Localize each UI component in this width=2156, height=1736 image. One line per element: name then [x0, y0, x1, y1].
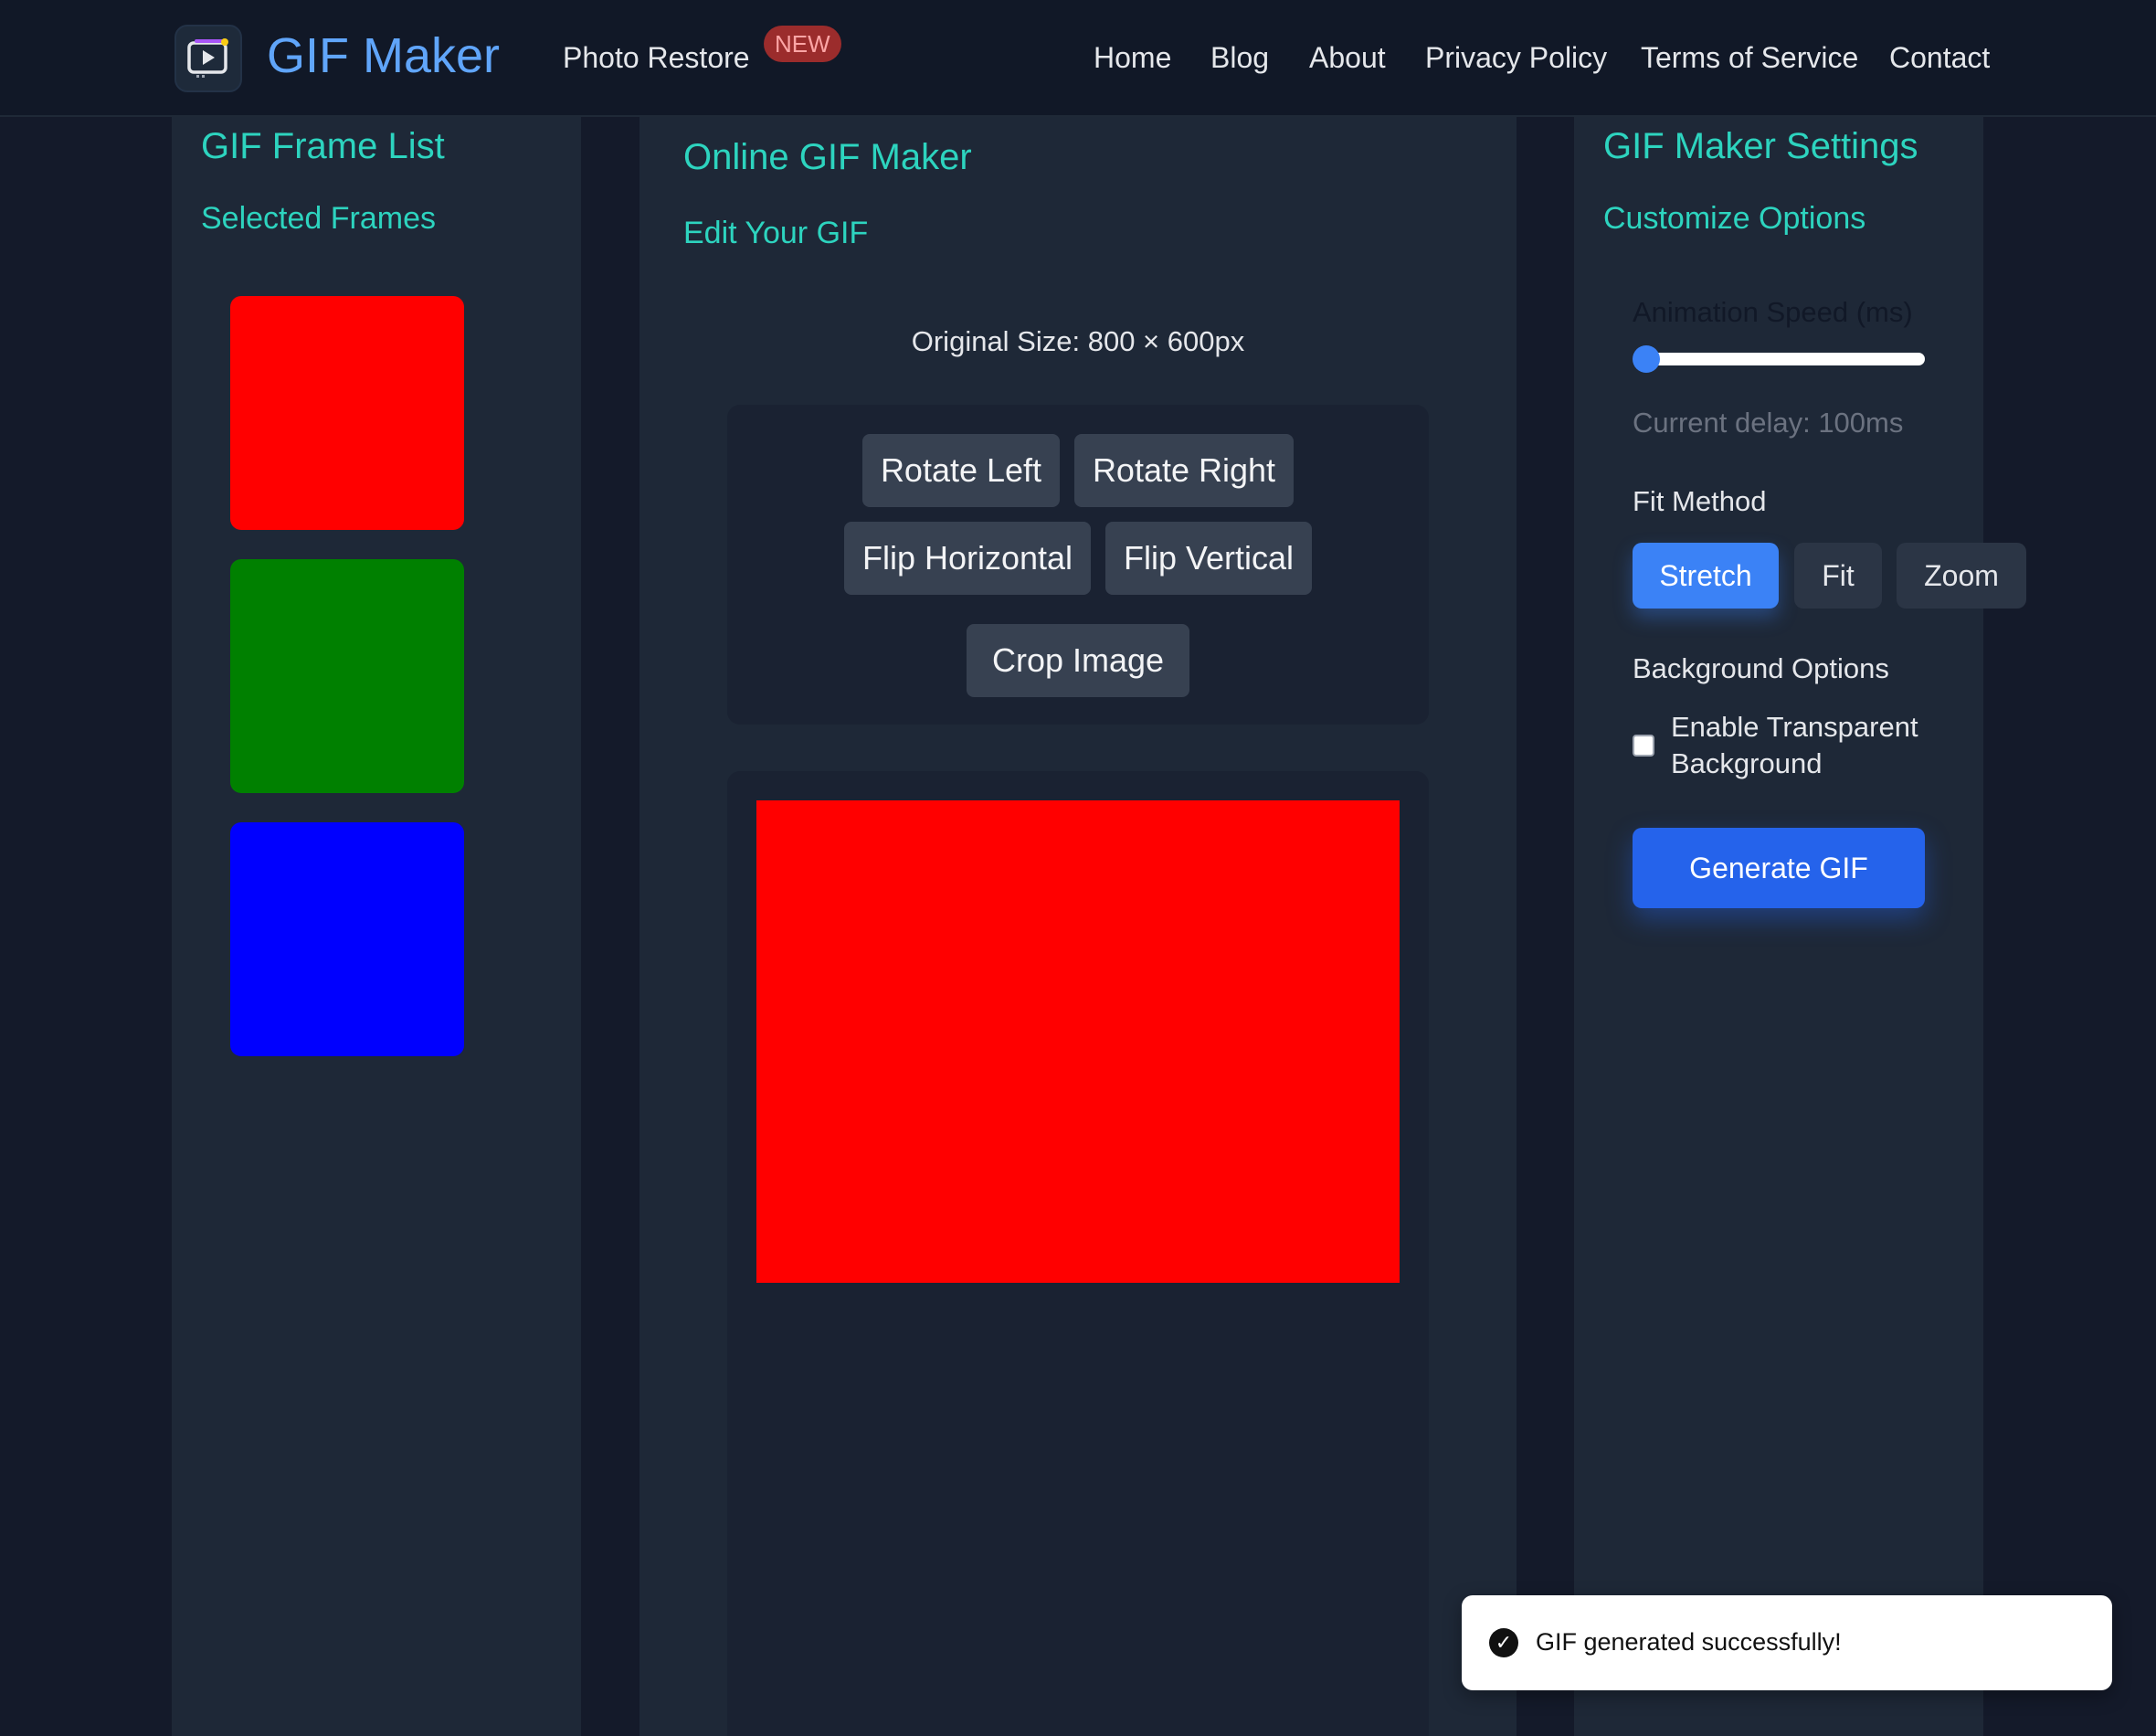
video-play-icon	[187, 38, 228, 78]
editor-title: Online GIF Maker	[683, 137, 972, 177]
edit-tools-toolbar: Rotate Left Rotate Right Flip Horizontal…	[727, 405, 1429, 725]
new-badge: NEW	[764, 26, 841, 62]
fit-method-label: Fit Method	[1633, 485, 1767, 517]
speed-slider-track[interactable]	[1634, 353, 1925, 365]
frame-thumbnail[interactable]	[230, 559, 464, 793]
speed-slider-handle[interactable]	[1633, 345, 1660, 373]
app-logo[interactable]	[174, 25, 242, 92]
selected-frames-heading: Selected Frames	[201, 201, 436, 236]
preview-area	[727, 771, 1429, 1736]
nav-photo-restore[interactable]: Photo Restore	[563, 41, 750, 75]
flip-horizontal-button[interactable]: Flip Horizontal	[844, 522, 1091, 595]
fit-fit-button[interactable]: Fit	[1794, 543, 1882, 609]
flip-vertical-button[interactable]: Flip Vertical	[1105, 522, 1312, 595]
fit-stretch-button[interactable]: Stretch	[1633, 543, 1779, 609]
nav-terms-of-service[interactable]: Terms of Service	[1641, 41, 1858, 75]
success-toast: ✓ GIF generated successfully!	[1462, 1595, 2112, 1690]
nav-about[interactable]: About	[1309, 41, 1386, 75]
background-options-label: Background Options	[1633, 652, 1889, 684]
gif-preview-image	[756, 800, 1400, 1283]
frame-list-title: GIF Frame List	[201, 126, 445, 166]
toast-message: GIF generated successfully!	[1536, 1628, 1842, 1656]
nav-blog[interactable]: Blog	[1210, 41, 1269, 75]
customize-options-heading: Customize Options	[1603, 201, 1866, 236]
nav-home[interactable]: Home	[1094, 41, 1171, 75]
current-delay-text: Current delay: 100ms	[1633, 407, 1904, 439]
frame-thumbnail[interactable]	[230, 822, 464, 1056]
frame-list-panel: GIF Frame List Selected Frames	[172, 117, 581, 1736]
settings-panel: GIF Maker Settings Customize Options Ani…	[1574, 117, 2026, 1736]
rotate-left-button[interactable]: Rotate Left	[862, 434, 1060, 507]
animation-speed-label: Animation Speed (ms)	[1633, 296, 1913, 328]
editor-panel: Online GIF Maker Edit Your GIF Original …	[639, 117, 1517, 1736]
nav-privacy-policy[interactable]: Privacy Policy	[1425, 41, 1607, 75]
rotate-right-button[interactable]: Rotate Right	[1074, 434, 1294, 507]
fit-zoom-button[interactable]: Zoom	[1897, 543, 2026, 609]
settings-title: GIF Maker Settings	[1603, 126, 1918, 166]
frame-thumbnail[interactable]	[230, 296, 464, 530]
nav-contact[interactable]: Contact	[1889, 41, 1990, 75]
brand-title[interactable]: GIF Maker	[267, 27, 500, 84]
crop-image-button[interactable]: Crop Image	[967, 624, 1189, 697]
generate-gif-button[interactable]: Generate GIF	[1633, 828, 1925, 908]
transparent-background-label-line2: Background	[1671, 747, 1823, 779]
top-header: GIF Maker Photo Restore NEW Home Blog Ab…	[0, 0, 2156, 117]
check-circle-icon: ✓	[1489, 1628, 1518, 1657]
transparent-background-checkbox[interactable]	[1633, 735, 1654, 757]
edit-your-gif-heading: Edit Your GIF	[683, 216, 869, 250]
transparent-background-label: Enable Transparent	[1671, 711, 1918, 743]
original-size-label: Original Size: 800 × 600px	[911, 325, 1245, 357]
